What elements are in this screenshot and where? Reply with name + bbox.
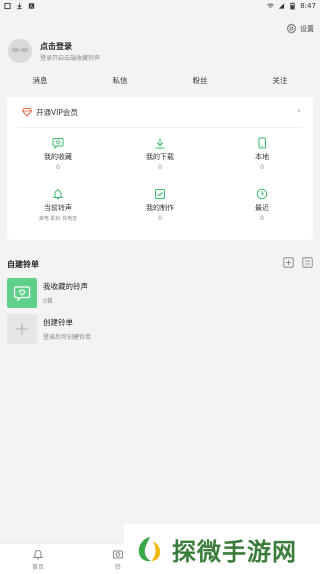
add-playlist-icon[interactable] (283, 257, 294, 268)
gear-icon (286, 23, 297, 34)
camera-icon (113, 550, 123, 559)
plus-icon (16, 323, 28, 335)
playlist-item-favorites[interactable]: 我收藏的铃声 0首 (7, 278, 313, 308)
grid-item-recent[interactable]: 最近 0 (211, 188, 313, 222)
grid-label: 当前铃声 (44, 204, 72, 212)
heart-message-icon (13, 286, 31, 302)
leaf-logo-icon (138, 537, 161, 562)
download-icon (155, 138, 165, 149)
settings-label: 设置 (300, 24, 314, 33)
playlist-item-create[interactable]: 创建铃单 登录后可创建铃单 (7, 314, 313, 344)
playlist-cover (7, 314, 37, 344)
status-bar: A 8:47 (0, 0, 320, 14)
grid-item-current-ringtone[interactable]: 当前铃声 来电 彩铃 充电音 (7, 188, 109, 222)
download-status-icon (17, 3, 22, 10)
diamond-icon (22, 108, 32, 117)
app-status-icon: A (28, 3, 35, 10)
feature-card: 开通VIP会员 › 我的收藏 0 我的下载 0 本地 0 当前铃声 来电 彩铃 … (7, 97, 313, 240)
playlist-subtitle: 登录后可创建铃单 (43, 334, 92, 341)
nav-label: 首页 (31, 564, 44, 571)
tab-messages[interactable]: 消息 (0, 72, 80, 90)
wifi-icon (267, 3, 275, 9)
grid-label: 我的收藏 (44, 153, 72, 161)
grid-label: 本地 (255, 153, 269, 161)
manage-playlist-icon[interactable] (302, 257, 313, 268)
vip-label: 开通VIP会员 (36, 108, 78, 117)
login-subtitle: 登录开启云端收藏铃声 (40, 55, 101, 62)
grid-count: 来电 彩铃 充电音 (38, 216, 78, 222)
grid-label: 我的制作 (146, 204, 174, 212)
watermark-text: 探微手游网 (172, 537, 297, 566)
battery-icon (290, 2, 295, 10)
status-time: 8:47 (300, 2, 316, 10)
tab-following[interactable]: 关注 (240, 72, 320, 90)
divider (17, 127, 303, 128)
login-title[interactable]: 点击登录 (40, 41, 72, 52)
watermark: 探微手游网 (124, 524, 320, 574)
settings-button[interactable]: 设置 (286, 23, 314, 34)
check-square-icon (155, 189, 165, 199)
grid-item-downloads[interactable]: 我的下载 0 (109, 137, 211, 171)
grid-count: 0 (260, 215, 264, 222)
avatar-sunglasses-icon (8, 39, 32, 63)
nav-item-home[interactable]: 首页 (18, 548, 58, 571)
clock-icon (256, 188, 268, 200)
chevron-right-icon: › (297, 106, 301, 116)
svg-text:A: A (30, 4, 33, 10)
playlist-title: 我收藏的铃声 (43, 282, 88, 291)
playlist-cover (7, 278, 37, 308)
grid-item-favorites[interactable]: 我的收藏 0 (7, 137, 109, 171)
tab-fans[interactable]: 粉丝 (160, 72, 240, 90)
bell-icon (32, 550, 44, 560)
playlist-subtitle: 0首 (43, 298, 53, 305)
grid-count: 0 (158, 215, 162, 222)
tab-private-messages[interactable]: 私信 (80, 72, 160, 90)
grid-count: 0 (260, 164, 264, 171)
grid-count: 0 (56, 164, 60, 171)
bell-icon (52, 189, 64, 199)
avatar[interactable] (8, 39, 32, 63)
section-title: 自建铃单 (7, 260, 39, 269)
vip-row[interactable]: 开通VIP会员 › (7, 97, 313, 127)
phone-icon (258, 137, 266, 149)
grid-label: 最近 (255, 204, 269, 212)
heart-message-icon (52, 138, 64, 149)
signal-icon (279, 3, 285, 9)
grid-item-local[interactable]: 本地 0 (211, 137, 313, 171)
grid-item-my-creations[interactable]: 我的制作 0 (109, 188, 211, 222)
notification-icon (4, 2, 11, 10)
playlist-title: 创建铃单 (43, 318, 73, 327)
grid-count: 0 (158, 164, 162, 171)
grid-label: 我的下载 (146, 153, 174, 161)
profile-tabs: 消息 私信 粉丝 关注 (0, 72, 320, 90)
nav-label: 铃 (114, 564, 121, 571)
